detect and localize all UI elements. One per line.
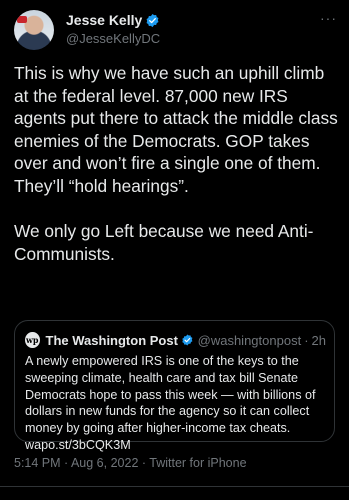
tweet-header: Jesse Kelly @JesseKellyDC ··· bbox=[14, 10, 337, 50]
author-name-row[interactable]: Jesse Kelly bbox=[66, 12, 160, 28]
author-handle[interactable]: @JesseKellyDC bbox=[66, 31, 160, 46]
quoted-tweet-text: A newly empowered IRS is one of the keys… bbox=[25, 354, 316, 452]
more-horizontal-icon[interactable]: ··· bbox=[320, 10, 337, 26]
avatar[interactable] bbox=[14, 10, 54, 50]
separator-dot: · bbox=[304, 332, 309, 348]
avatar-logo bbox=[17, 16, 27, 23]
quoted-timestamp: 2h bbox=[311, 332, 326, 348]
quoted-author-name: The Washington Post bbox=[45, 332, 178, 348]
divider bbox=[0, 486, 349, 487]
verified-badge-icon bbox=[182, 334, 193, 346]
tweet-metadata[interactable]: 5:14 PM · Aug 6, 2022 · Twitter for iPho… bbox=[14, 456, 247, 470]
tweet-text: This is why we have such an uphill climb… bbox=[14, 63, 338, 264]
verified-badge-icon bbox=[146, 13, 159, 27]
quoted-tweet[interactable]: wp The Washington Post @washingtonpost ·… bbox=[14, 320, 335, 452]
author-name[interactable]: Jesse Kelly bbox=[66, 12, 142, 28]
quoted-author-handle: @washingtonpost bbox=[197, 332, 302, 348]
washington-post-logo-icon: wp bbox=[25, 332, 40, 348]
quoted-tweet-header: wp The Washington Post @washingtonpost ·… bbox=[25, 331, 326, 349]
